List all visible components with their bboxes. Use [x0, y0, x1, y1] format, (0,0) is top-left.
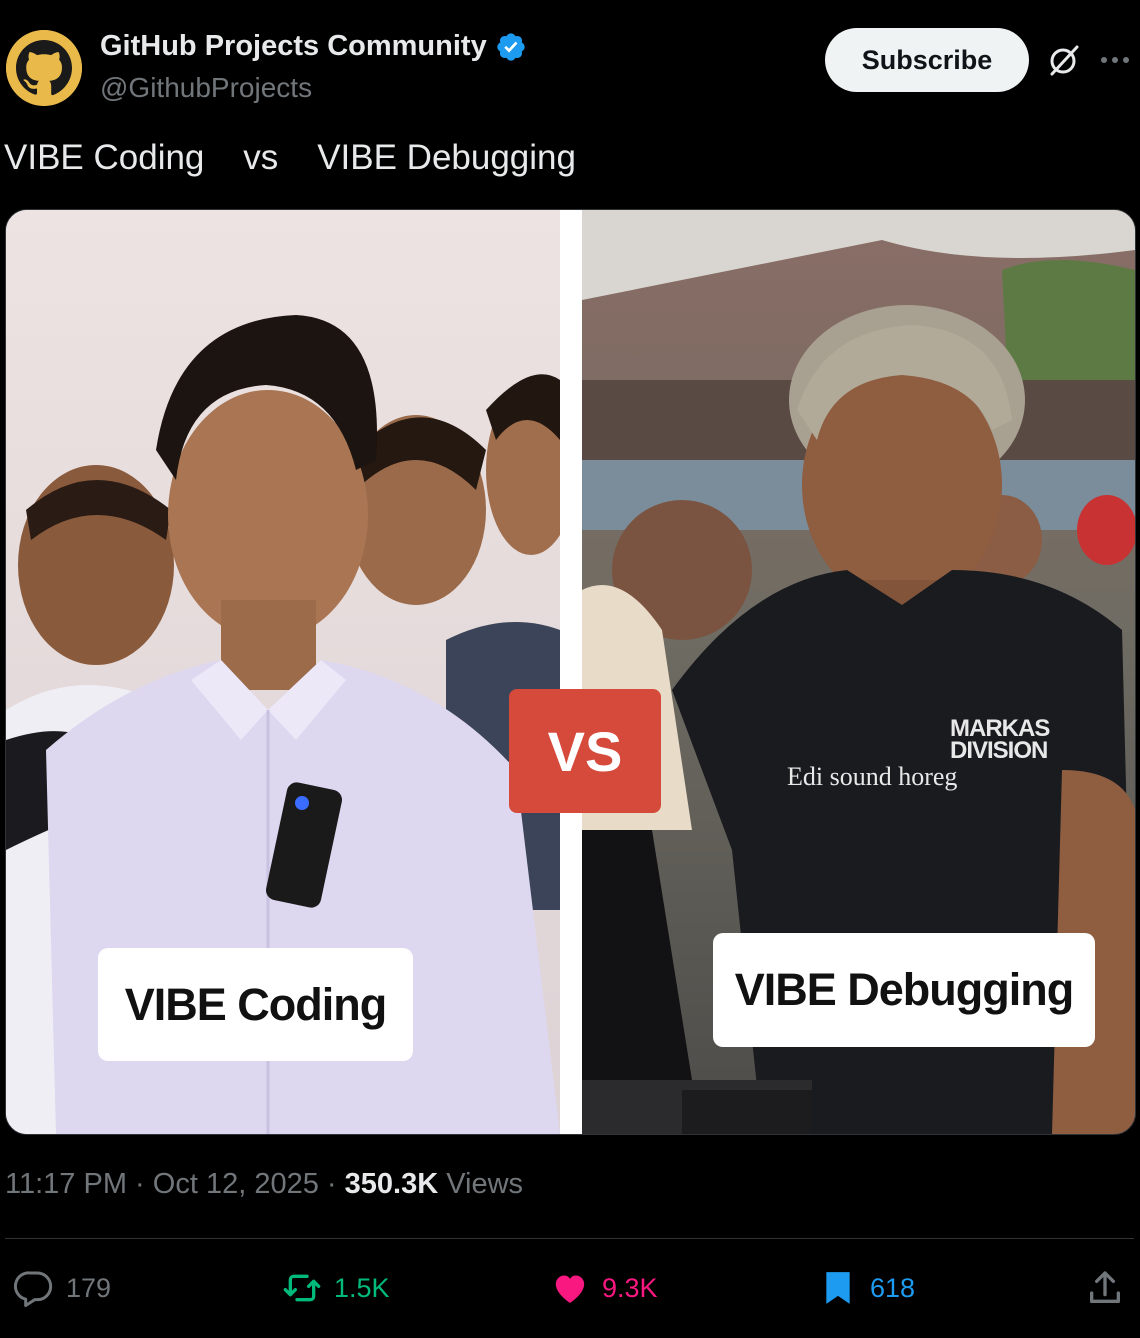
- repost-count: 1.5K: [334, 1272, 390, 1303]
- repost-icon: [283, 1274, 321, 1302]
- reply-button[interactable]: 179: [14, 1266, 111, 1310]
- bookmark-icon: [826, 1272, 850, 1304]
- left-caption: VIBE Coding: [98, 948, 413, 1061]
- more-icon[interactable]: [1098, 46, 1132, 74]
- author-avatar[interactable]: [6, 30, 82, 106]
- bookmark-button[interactable]: 618: [818, 1266, 915, 1310]
- shirt-brand: MARKAS DIVISION: [950, 717, 1050, 764]
- post-text: VIBE Coding vs VIBE Debugging: [4, 138, 576, 177]
- like-button[interactable]: 9.3K: [550, 1266, 658, 1310]
- reply-icon: [14, 1271, 53, 1307]
- subscribe-button[interactable]: Subscribe: [825, 28, 1029, 92]
- share-button[interactable]: [1085, 1266, 1125, 1310]
- author-name[interactable]: GitHub Projects Community: [100, 30, 527, 63]
- media-divider: [560, 210, 582, 1134]
- author-display-name[interactable]: GitHub Projects Community: [100, 30, 487, 63]
- vs-badge: VS: [509, 689, 661, 813]
- image-watermark: Edi sound horeg: [787, 762, 958, 791]
- reply-count: 179: [66, 1272, 112, 1303]
- right-caption: VIBE Debugging: [713, 933, 1095, 1047]
- shirt-brand-line2: DIVISION: [950, 737, 1048, 764]
- like-count: 9.3K: [602, 1272, 658, 1303]
- grok-icon[interactable]: [1046, 42, 1082, 78]
- meta-separator: ·: [135, 1168, 145, 1200]
- author-handle[interactable]: @GithubProjects: [100, 72, 312, 104]
- media-left-photo: VIBE Coding: [6, 210, 560, 1134]
- share-icon: [1090, 1271, 1120, 1303]
- verified-badge-icon: [497, 32, 525, 61]
- repost-button[interactable]: 1.5K: [282, 1266, 390, 1310]
- post-media[interactable]: VIBE Coding MARKAS DIVISION Edi sound ho…: [5, 209, 1136, 1135]
- bookmark-count: 618: [870, 1272, 916, 1303]
- meta-separator: ·: [326, 1168, 337, 1200]
- github-octocat-icon: [6, 30, 82, 106]
- post-time[interactable]: 11:17 PM: [5, 1168, 127, 1200]
- heart-icon: [555, 1275, 585, 1303]
- actions-divider: [5, 1238, 1134, 1239]
- post-meta: 11:17 PM · Oct 12, 2025 · 350.3K Views: [5, 1168, 523, 1201]
- views-label: Views: [446, 1168, 524, 1200]
- post-date[interactable]: Oct 12, 2025: [153, 1168, 319, 1200]
- views-count: 350.3K: [344, 1168, 439, 1200]
